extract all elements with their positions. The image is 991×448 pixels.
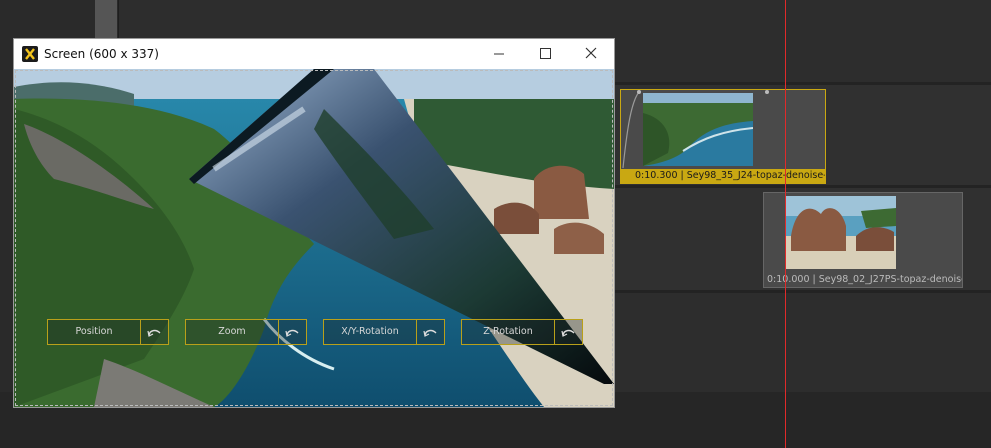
window-titlebar[interactable]: Screen (600 x 337)	[14, 39, 614, 69]
zoom-control[interactable]: Zoom	[185, 319, 307, 345]
z-rotation-label: Z-Rotation	[483, 326, 533, 337]
preview-canvas[interactable]: Position Zoom X/Y-Rotation Z-Rotation	[14, 69, 614, 407]
reset-arrow-icon	[561, 329, 575, 337]
xy-rotation-label: X/Y-Rotation	[341, 326, 399, 337]
position-label: Position	[75, 326, 113, 337]
clip-label: 0:10.300 | Sey98_35_J24-topaz-denoise-sh…	[621, 169, 825, 183]
position-control[interactable]: Position	[47, 319, 169, 345]
playhead[interactable]	[785, 0, 786, 448]
timeline-clip-1[interactable]: 0:10.300 | Sey98_35_J24-topaz-denoise-sh…	[620, 89, 826, 184]
zoom-label: Zoom	[218, 326, 246, 337]
z-rotation-reset-button[interactable]	[554, 320, 582, 344]
close-icon	[585, 47, 597, 59]
xy-rotation-control[interactable]: X/Y-Rotation	[323, 319, 445, 345]
clip-label: 0:10.000 | Sey98_02_J27PS-topaz-denoise-…	[767, 274, 962, 285]
z-rotation-control[interactable]: Z-Rotation	[461, 319, 583, 345]
close-button[interactable]	[568, 39, 614, 69]
preview-window: Screen (600 x 337) Position Zoom X/Y-Rot…	[14, 39, 614, 407]
app-logo-icon	[22, 46, 38, 62]
clip-thumbnail-image	[643, 93, 753, 166]
maximize-button[interactable]	[522, 39, 568, 69]
scrollbar-thumb[interactable]	[95, 0, 117, 38]
minimize-icon	[494, 53, 504, 55]
clip-thumbnail	[786, 196, 896, 269]
zoom-reset-button[interactable]	[278, 320, 306, 344]
window-title: Screen (600 x 337)	[44, 47, 159, 61]
xy-rotation-reset-button[interactable]	[416, 320, 444, 344]
preview-image	[14, 69, 614, 407]
position-reset-button[interactable]	[140, 320, 168, 344]
reset-arrow-icon	[423, 329, 437, 337]
clip-thumbnail-image	[786, 196, 896, 269]
maximize-icon	[540, 48, 551, 59]
timeline-clip-2[interactable]: 0:10.000 | Sey98_02_J27PS-topaz-denoise-…	[763, 192, 963, 288]
minimize-button[interactable]	[476, 39, 522, 69]
reset-arrow-icon	[147, 329, 161, 337]
reset-arrow-icon	[285, 329, 299, 337]
clip-thumbnail	[643, 93, 753, 166]
